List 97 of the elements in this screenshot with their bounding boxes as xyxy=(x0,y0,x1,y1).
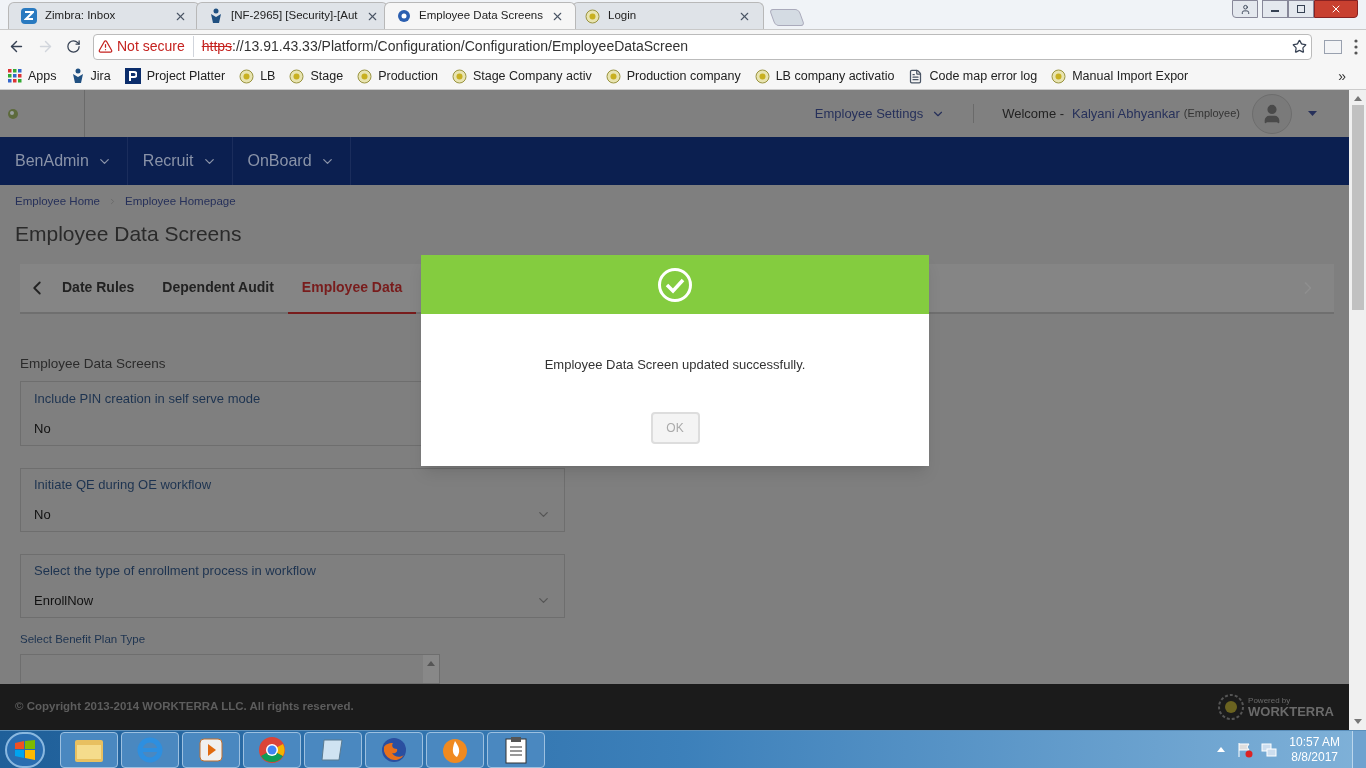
scrollbar[interactable] xyxy=(1349,90,1366,730)
field-label: Initiate QE during OE workflow xyxy=(34,476,213,495)
bookmark-item[interactable]: Project Platter xyxy=(124,66,226,86)
scroll-up-icon[interactable] xyxy=(427,661,435,667)
bookmark-star-icon[interactable] xyxy=(1292,39,1307,54)
minimize-button[interactable] xyxy=(1262,0,1288,18)
nav-menu-item[interactable]: OnBoard xyxy=(232,137,351,185)
start-button[interactable] xyxy=(5,731,45,768)
bookmark-item[interactable]: Apps xyxy=(8,66,57,86)
bookmarks-overflow[interactable]: » xyxy=(1338,65,1358,87)
field-label: Include PIN creation in self serve mode xyxy=(34,390,262,408)
jira-icon xyxy=(209,8,223,24)
site-icon xyxy=(605,68,621,84)
chrome-icon xyxy=(257,734,287,765)
apps-grid-icon xyxy=(8,69,22,83)
globe-logo-icon xyxy=(8,108,18,119)
p-logo-icon xyxy=(124,68,141,84)
select-field[interactable]: Initiate QE during OE workflow No xyxy=(20,467,565,532)
bookmark-item[interactable]: LB company activatio xyxy=(754,66,895,86)
network-icon[interactable] xyxy=(1261,741,1278,758)
site-icon xyxy=(239,68,255,84)
welcome-label: Welcome - xyxy=(1002,104,1065,123)
check-circle-icon xyxy=(657,266,693,303)
taskbar-app-button[interactable] xyxy=(121,731,179,768)
section-title: Employee Data Screens xyxy=(20,355,166,374)
jira-icon xyxy=(70,68,85,84)
select-field[interactable]: Select the type of enrollment process in workflow EnrollNow xyxy=(20,553,565,619)
page-title: Employee Data Screens xyxy=(15,221,243,248)
warning-icon xyxy=(98,39,113,54)
user-role: (Employee) xyxy=(1183,106,1240,122)
caret-icon[interactable] xyxy=(1308,111,1317,116)
nav-menu-item[interactable]: Recruit xyxy=(127,137,233,185)
browser-tab[interactable]: [NF-2965] [Security]-[Aut xyxy=(196,2,388,29)
taskbar-app-button[interactable] xyxy=(304,731,362,768)
scrollbar-thumb[interactable] xyxy=(1351,105,1364,310)
site-icon xyxy=(1051,68,1067,84)
logo-icon xyxy=(1218,694,1245,720)
bookmark-item[interactable]: Stage xyxy=(289,66,344,86)
field-value: No xyxy=(34,505,52,524)
site-icon xyxy=(585,8,600,24)
bookmark-item[interactable]: Manual Import Expor xyxy=(1051,66,1189,86)
taskbar-app-button[interactable] xyxy=(60,731,118,768)
site-icon xyxy=(451,68,467,84)
clipboard-icon xyxy=(503,734,529,765)
bookmark-item[interactable]: Production company xyxy=(605,66,741,86)
bookmark-item[interactable]: Production xyxy=(357,66,438,86)
site-icon xyxy=(357,68,373,84)
bookmark-item[interactable]: LB xyxy=(239,66,276,86)
taskbar-app-button[interactable] xyxy=(365,731,423,768)
taskbar-app-button[interactable] xyxy=(426,731,484,768)
maximize-button[interactable] xyxy=(1288,0,1314,18)
windows-logo-icon xyxy=(14,739,36,760)
bookmark-item[interactable]: Jira xyxy=(70,66,111,86)
taskbar-app-button[interactable] xyxy=(243,731,301,768)
tab-title: Employee Data Screens xyxy=(419,8,543,24)
security-warning: Not secure xyxy=(117,36,194,57)
tab[interactable]: Dependent Audit xyxy=(148,263,288,315)
reload-icon[interactable] xyxy=(66,39,81,54)
person-icon xyxy=(1239,3,1251,15)
site-icon xyxy=(289,68,305,84)
tab[interactable]: Date Rules xyxy=(48,263,149,315)
field-label: Select the type of enrollment process in workflow xyxy=(34,562,317,581)
powered-by-text: Powered by xyxy=(1248,696,1292,705)
nav-menu-item[interactable]: BenAdmin xyxy=(0,137,128,185)
tray-expand-icon[interactable] xyxy=(1217,747,1226,752)
tab-title: [NF-2965] [Security]-[Aut xyxy=(231,8,358,24)
browser-tab[interactable]: Employee Data Screens xyxy=(384,2,576,29)
field-value: No xyxy=(34,419,52,438)
bookmark-item[interactable]: Stage Company activ xyxy=(451,66,592,86)
tab-title: Zimbra: Inbox xyxy=(45,8,117,24)
dialog-message: Employee Data Screen updated successfully. xyxy=(543,356,807,374)
url-scheme: https xyxy=(200,37,233,56)
tab-title: Login xyxy=(608,8,638,24)
copyright-text: © Copyright 2013-2014 WORKTERRA LLC. All rights reserved. xyxy=(15,699,355,715)
play-icon xyxy=(197,735,225,764)
back-icon[interactable] xyxy=(8,38,25,55)
list-field[interactable] xyxy=(20,654,440,684)
field-label: Select Benefit Plan Type xyxy=(20,632,147,648)
scroll-up-icon[interactable] xyxy=(1353,96,1362,101)
scroll-down-icon[interactable] xyxy=(1353,719,1362,724)
field-value: EnrollNow xyxy=(34,592,95,610)
menu-icon[interactable] xyxy=(1354,38,1358,55)
extension-icon[interactable] xyxy=(1324,39,1342,54)
bookmark-item[interactable]: Code map error log xyxy=(908,66,1038,86)
flag-icon[interactable] xyxy=(1237,741,1254,758)
taskbar-app-button[interactable] xyxy=(182,731,240,768)
taskbar-app-button[interactable] xyxy=(487,731,545,768)
globe-icon xyxy=(397,9,411,23)
url-text: ://13.91.43.33/Platform/Configuration/Configuration/EmployeeDataScreen xyxy=(232,37,689,56)
avatar[interactable] xyxy=(1252,93,1292,134)
brand-name: WORKTERRA xyxy=(1248,704,1334,718)
document-icon xyxy=(908,68,924,84)
site-icon xyxy=(754,68,770,84)
z-logo-icon xyxy=(21,8,37,24)
user-name: Kalyani Abhyankar xyxy=(1072,104,1180,123)
address-field[interactable]: Not secure https://13.91.43.33/Platform/Configuration/Configuration/EmployeeDataScreen xyxy=(93,33,1312,60)
close-icon xyxy=(1330,3,1342,15)
